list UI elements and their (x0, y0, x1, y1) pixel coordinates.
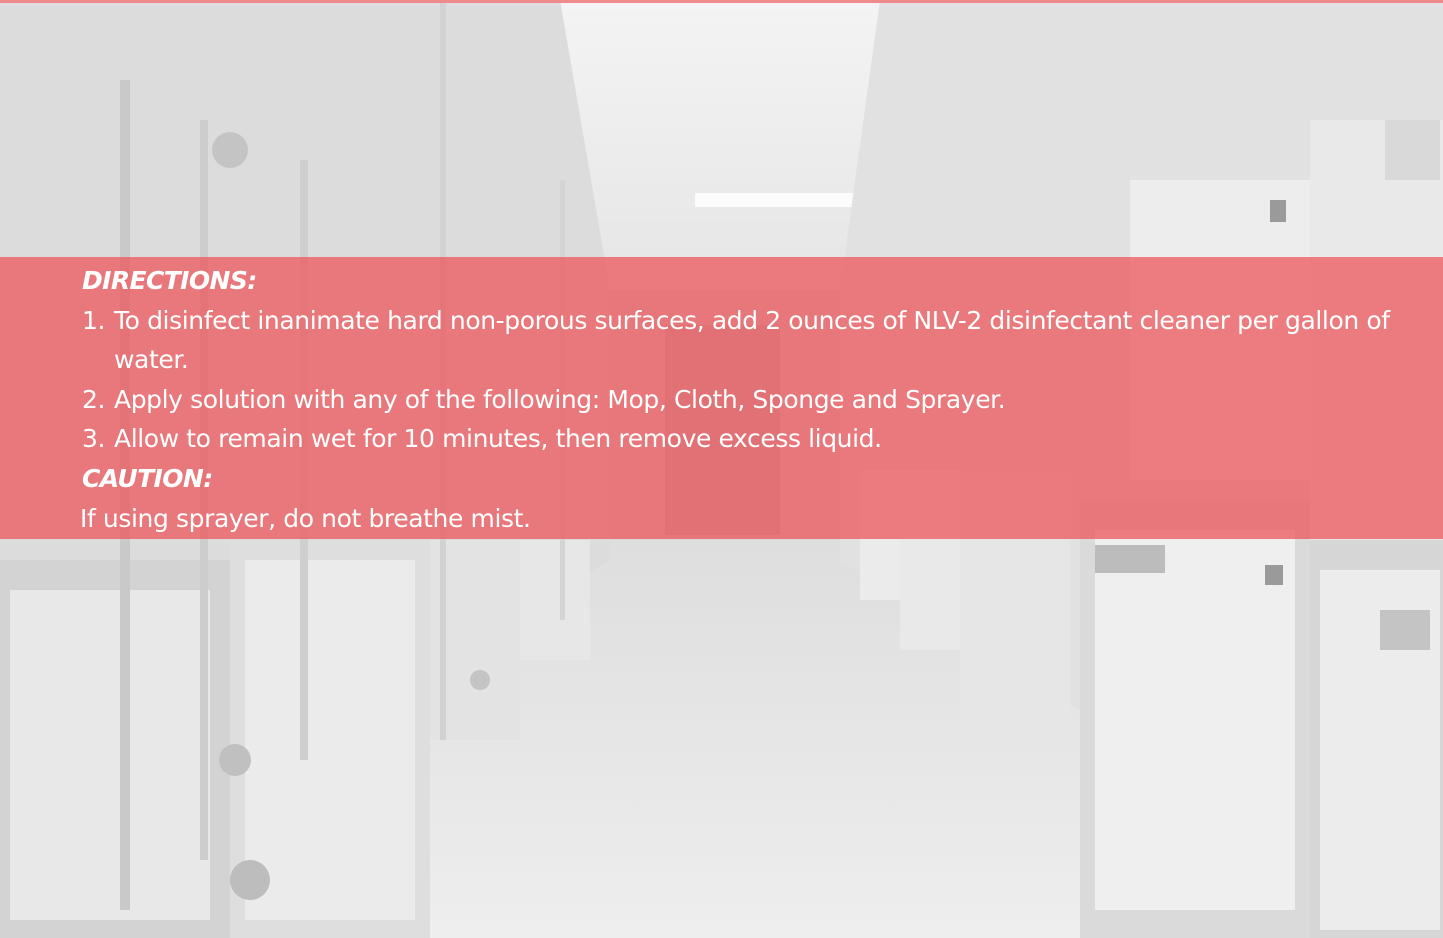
direction-step: 3. Allow to remain wet for 10 minutes, t… (82, 419, 1412, 459)
step-text: To disinfect inanimate hard non-porous s… (114, 305, 1390, 375)
step-number: 3. (82, 424, 106, 454)
caution-heading: CAUTION: (82, 463, 213, 493)
top-accent-line (0, 0, 1443, 3)
product-label: DIRECTIONS: 1. To disinfect inanimate ha… (0, 0, 1443, 938)
direction-step: 2. Apply solution with any of the follow… (82, 380, 1412, 420)
step-number: 1. (82, 305, 106, 335)
step-number: 2. (82, 384, 106, 414)
directions-list: 1. To disinfect inanimate hard non-porou… (82, 301, 1412, 459)
caution-text: If using sprayer, do not breathe mist. (80, 503, 531, 533)
step-text: Allow to remain wet for 10 minutes, then… (114, 424, 882, 454)
directions-heading: DIRECTIONS: (82, 266, 257, 295)
step-text: Apply solution with any of the following… (114, 384, 1006, 414)
direction-step: 1. To disinfect inanimate hard non-porou… (82, 301, 1412, 380)
label-text-block: DIRECTIONS: 1. To disinfect inanimate ha… (80, 261, 1412, 538)
